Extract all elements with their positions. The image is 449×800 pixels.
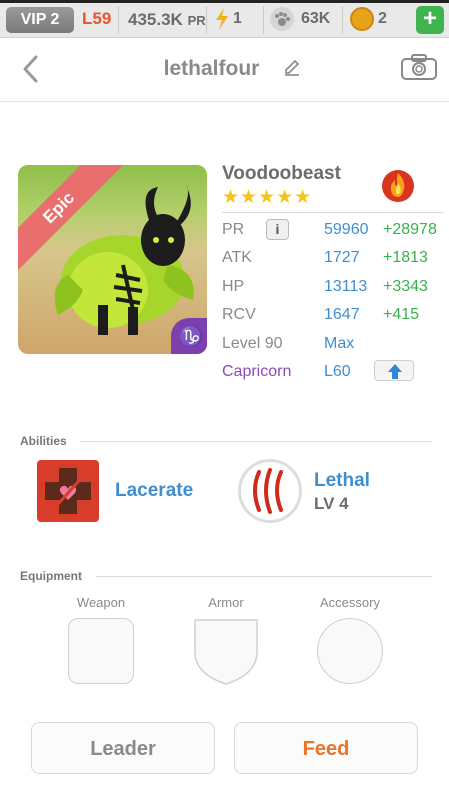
lacerate-icon[interactable] xyxy=(37,460,99,522)
page-title: lethalfour xyxy=(0,57,449,81)
camera-icon[interactable] xyxy=(400,53,438,81)
stat-value-pr: 59960 xyxy=(324,221,369,238)
stat-bonus-atk: +1813 xyxy=(383,249,428,266)
stat-value-atk: 1727 xyxy=(324,249,360,266)
zodiac-name: Capricorn xyxy=(222,363,292,380)
weapon-slot[interactable] xyxy=(68,618,134,684)
coin-icon xyxy=(350,7,374,31)
stat-divider xyxy=(222,212,444,213)
pet-nickname: lethalfour xyxy=(163,57,260,80)
armor-slot[interactable] xyxy=(193,618,259,686)
accessory-slot[interactable] xyxy=(317,618,383,684)
header: lethalfour xyxy=(0,38,449,102)
player-level: L59 xyxy=(82,9,112,28)
abilities-title: Abilities xyxy=(20,434,67,448)
ability-level-lethal: LV 4 xyxy=(314,494,349,513)
star-rating: ★★★★★ xyxy=(222,187,313,208)
add-currency-button[interactable]: + xyxy=(416,6,444,34)
feed-button[interactable]: Feed xyxy=(234,722,418,774)
stat-label-atk: ATK xyxy=(222,249,252,266)
paw-icon xyxy=(270,7,294,31)
stat-bonus-rcv: +415 xyxy=(383,306,420,323)
arrow-up-icon xyxy=(388,364,402,379)
player-power: 435.3K PR xyxy=(128,10,206,30)
power-value: 435.3K xyxy=(128,10,183,29)
ability-name-lacerate[interactable]: Lacerate xyxy=(115,480,193,502)
accessory-label: Accessory xyxy=(320,595,380,610)
divider xyxy=(342,6,343,34)
divider xyxy=(263,6,264,34)
stat-label-rcv: RCV xyxy=(222,306,256,323)
divider xyxy=(206,6,207,34)
pet-name: Voodoobeast xyxy=(222,163,341,184)
power-unit: PR xyxy=(187,13,206,28)
weapon-label: Weapon xyxy=(76,595,126,610)
vip-badge[interactable]: VIP 2 xyxy=(6,7,74,33)
stat-label-pr: PR xyxy=(222,221,245,238)
pet-portrait[interactable]: Epic ♑ xyxy=(18,165,207,354)
zodiac-level: L60 xyxy=(324,363,351,380)
level-value: Max xyxy=(324,335,355,352)
level-label: Level 90 xyxy=(222,335,283,352)
info-button[interactable]: i xyxy=(266,219,289,240)
leader-button[interactable]: Leader xyxy=(31,722,215,774)
stat-value-hp: 13113 xyxy=(324,278,368,295)
bolt-icon xyxy=(216,8,228,30)
food-count: 63K xyxy=(301,10,331,27)
section-divider xyxy=(96,576,432,577)
zodiac-upgrade-button[interactable] xyxy=(374,360,414,381)
capricorn-icon: ♑ xyxy=(171,318,207,354)
stat-value-rcv: 1647 xyxy=(324,306,360,323)
armor-label: Armor xyxy=(208,595,244,610)
edit-icon[interactable] xyxy=(283,58,301,76)
fire-icon xyxy=(382,170,414,202)
claw-icon[interactable] xyxy=(238,459,302,523)
divider xyxy=(118,6,119,34)
status-bar: VIP 2 L59 435.3K PR 1 63K 2 + xyxy=(0,0,449,38)
ability-name-lethal[interactable]: Lethal xyxy=(314,470,370,492)
coin-count: 2 xyxy=(378,10,387,27)
section-divider xyxy=(80,441,432,442)
stat-label-hp: HP xyxy=(222,278,245,295)
stat-bonus-hp: +3343 xyxy=(383,278,428,295)
stat-bonus-pr: +28978 xyxy=(383,221,437,238)
energy-count: 1 xyxy=(233,10,242,27)
status-bar-edge xyxy=(0,0,449,3)
equipment-title: Equipment xyxy=(20,569,82,583)
